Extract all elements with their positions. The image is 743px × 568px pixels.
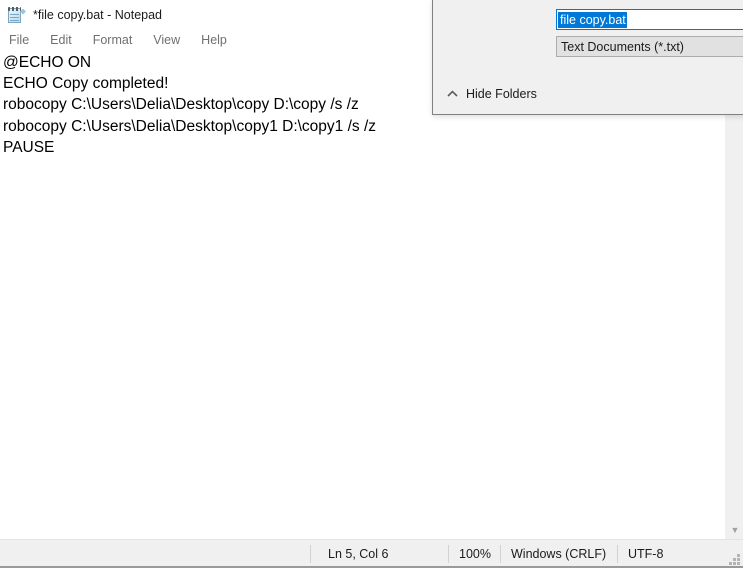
chevron-up-icon xyxy=(446,88,459,101)
status-separator xyxy=(500,545,501,563)
resize-grip[interactable] xyxy=(729,554,740,565)
status-encoding[interactable]: UTF-8 xyxy=(628,540,663,568)
status-zoom-level[interactable]: 100% xyxy=(459,540,491,568)
window-title: *file copy.bat - Notepad xyxy=(33,8,162,22)
text-editor-area[interactable]: @ECHO ON ECHO Copy completed! robocopy C… xyxy=(0,51,725,539)
notepad-icon xyxy=(7,6,25,24)
save-as-dialog: File name: file copy.bat Save as type: T… xyxy=(432,0,743,115)
status-line-endings[interactable]: Windows (CRLF) xyxy=(511,540,606,568)
hide-folders-label: Hide Folders xyxy=(466,87,537,101)
scroll-down-arrow-icon[interactable]: ▼ xyxy=(726,522,743,539)
menu-item-file[interactable]: File xyxy=(9,33,29,47)
menu-item-view[interactable]: View xyxy=(153,33,180,47)
save-as-type-dropdown[interactable]: Text Documents (*.txt) xyxy=(556,36,743,57)
notepad-icon-lines xyxy=(10,14,19,21)
status-separator xyxy=(617,545,618,563)
menu-item-help[interactable]: Help xyxy=(201,33,227,47)
menu-item-format[interactable]: Format xyxy=(93,33,133,47)
status-cursor-position: Ln 5, Col 6 xyxy=(328,540,388,568)
file-name-input-value[interactable]: file copy.bat xyxy=(558,12,627,28)
menu-item-edit[interactable]: Edit xyxy=(50,33,72,47)
file-name-input[interactable]: file copy.bat xyxy=(556,9,743,30)
notepad-icon-spiral xyxy=(8,7,21,11)
status-separator xyxy=(448,545,449,563)
status-separator xyxy=(310,545,311,563)
vertical-scrollbar[interactable]: ▼ xyxy=(725,51,743,539)
hide-folders-button[interactable]: Hide Folders xyxy=(446,84,537,104)
status-bar: Ln 5, Col 6 100% Windows (CRLF) UTF-8 xyxy=(0,539,743,568)
save-as-type-value: Text Documents (*.txt) xyxy=(557,40,684,54)
